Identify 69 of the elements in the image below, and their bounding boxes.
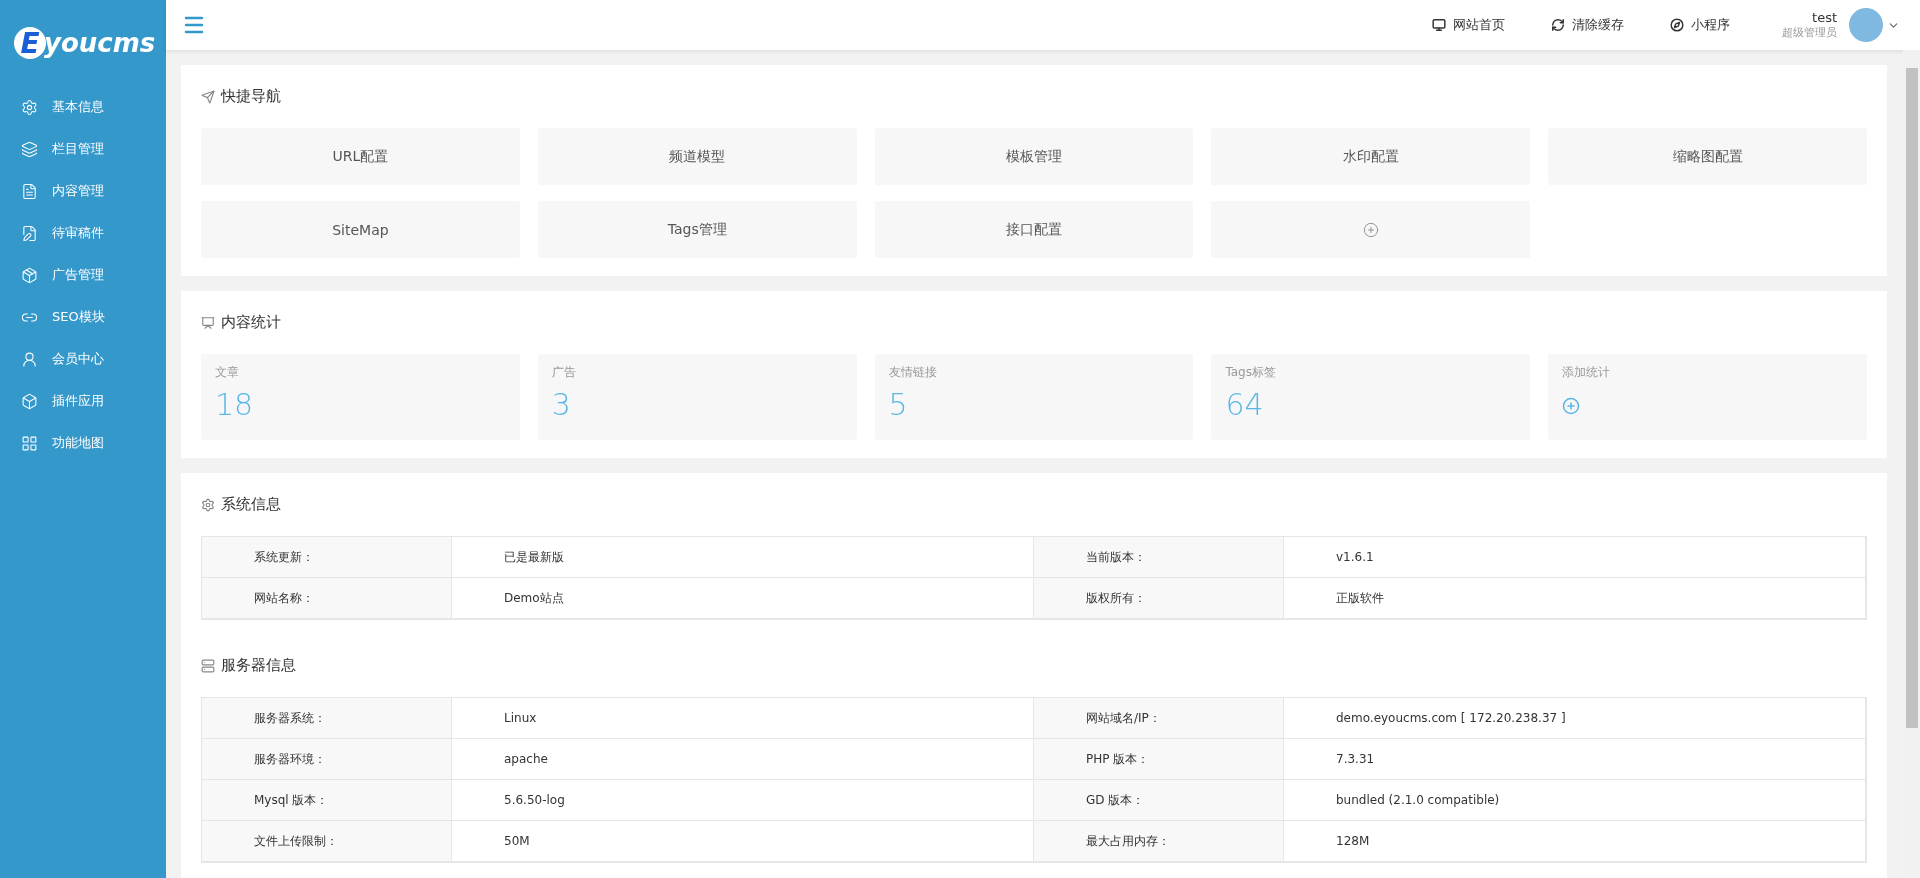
label-cell: 版权所有： [1034,578,1284,619]
stat-label: 广告 [551,364,577,381]
quick-nav-card[interactable]: 缩略图配置 [1548,128,1867,185]
quick-nav-card[interactable]: 频道模型 [537,128,857,185]
quick-nav-card[interactable]: URL配置 [201,128,520,185]
quick-nav-card[interactable]: 模板管理 [874,128,1194,185]
header-link[interactable]: 网站首页 [1432,16,1505,34]
stat-label: 添加统计 [1562,364,1612,381]
value-cell: demo.eyoucms.com [ 172.20.238.37 ] [1284,698,1866,739]
value-cell: Linux [452,698,1034,739]
label-cell: 当前版本： [1034,537,1284,578]
paper-plane-icon [201,89,215,104]
value-cell: 5.6.50-log [452,780,1034,821]
panel-title: 服务器信息 [221,656,296,675]
value-cell: 128M [1284,821,1866,862]
panel-title: 快捷导航 [221,87,281,106]
label-cell: 最大占用内存： [1034,821,1284,862]
label-cell: GD 版本： [1034,780,1284,821]
grid-icon [21,434,38,452]
stat-value: 64 [1225,387,1265,422]
value-cell: apache [452,739,1034,780]
layers-icon [21,140,38,158]
value-cell: bundled (2.1.0 compatible) [1284,780,1866,821]
edit-document-icon [21,224,38,242]
header-link[interactable]: 小程序 [1670,16,1730,34]
document-icon [21,182,38,200]
cube-icon [21,392,38,410]
panel-title: 系统信息 [221,495,281,514]
add-icon [1362,221,1379,238]
refresh-icon [1551,18,1565,32]
quick-nav-card[interactable]: SiteMap [201,201,520,258]
value-cell: 7.3.31 [1284,739,1866,780]
value-cell: 正版软件 [1284,578,1866,619]
label-cell: PHP 版本： [1034,739,1284,780]
server-icon [201,658,215,673]
value-cell: 已是最新版 [452,537,1034,578]
chart-board-icon [201,315,215,330]
settings-icon [21,98,38,116]
stat-value: 18 [215,387,255,422]
stat-label: Tags标签 [1225,364,1277,381]
quick-nav-card[interactable]: 接口配置 [874,201,1194,258]
value-cell: 50M [452,821,1034,862]
monitor-icon [1432,18,1446,32]
stat-value: 5 [888,387,909,422]
package-icon [21,266,38,284]
user-icon [21,350,38,368]
scrollbar-thumb[interactable] [1905,68,1918,728]
stat-label: 文章 [215,364,240,381]
label-cell: 网站域名/IP： [1034,698,1284,739]
user-name: test [1812,10,1837,25]
label-cell: 文件上传限制： [202,821,452,862]
panel-title: 内容统计 [221,313,281,332]
user-role: 超级管理员 [1782,25,1837,40]
avatar[interactable] [1849,8,1883,42]
label-cell: 系统更新： [202,537,452,578]
quick-nav-card[interactable]: 水印配置 [1211,128,1531,185]
compass-icon [1670,18,1684,32]
header-link[interactable]: 清除缓存 [1551,16,1624,34]
stat-label: 友情链接 [888,364,938,381]
label-cell: Mysql 版本： [202,780,452,821]
stat-value: 3 [551,387,572,422]
value-cell: v1.6.1 [1284,537,1866,578]
label-cell: 服务器系统： [202,698,452,739]
label-cell: 服务器环境： [202,739,452,780]
quick-nav-card[interactable]: Tags管理 [537,201,857,258]
label-cell: 网站名称： [202,578,452,619]
settings-icon [201,497,215,512]
value-cell: Demo站点 [452,578,1034,619]
add-icon[interactable] [1562,397,1581,415]
